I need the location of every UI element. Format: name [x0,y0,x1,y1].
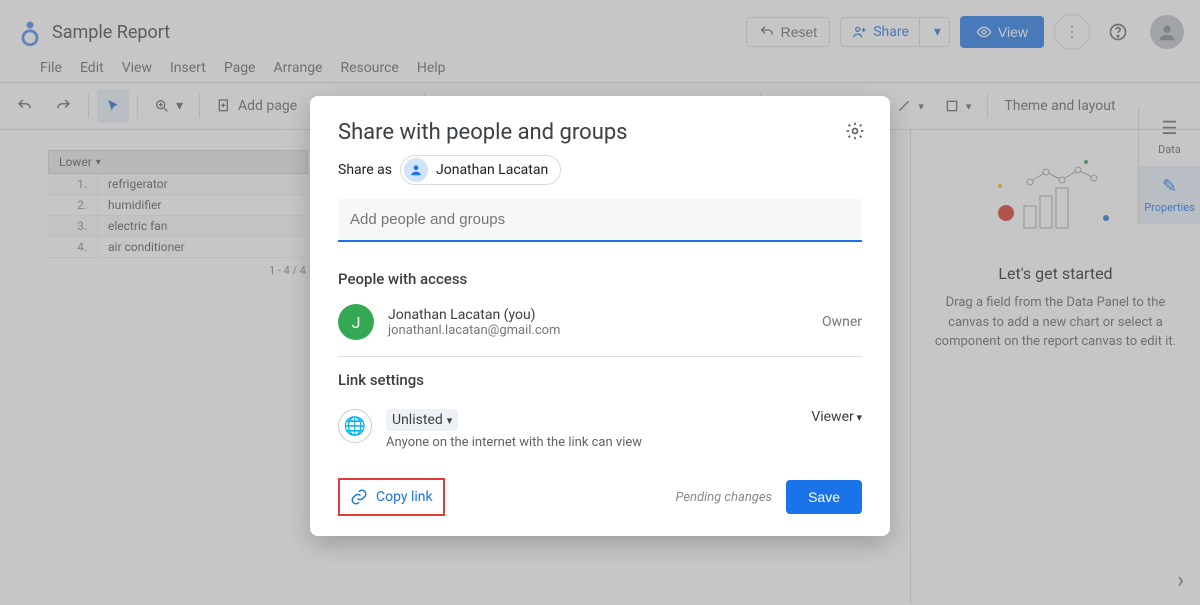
share-modal: Share with people and groups Share as Jo… [310,96,890,536]
modal-backdrop: Share with people and groups Share as Jo… [0,0,1200,605]
visibility-dropdown[interactable]: Unlisted▾ [386,409,458,431]
share-as-person-chip[interactable]: Jonathan Lacatan [400,155,561,185]
gear-icon [845,121,865,141]
people-with-access-heading: People with access [338,270,862,288]
add-people-input[interactable] [338,199,862,242]
link-visibility-hint: Anyone on the internet with the link can… [386,435,797,450]
owner-email: jonathanl.lacatan@gmail.com [388,323,808,338]
link-settings-heading: Link settings [338,371,862,389]
link-icon [350,488,368,506]
owner-role: Owner [822,314,862,330]
copy-link-button[interactable]: Copy link [338,478,445,516]
link-role-dropdown[interactable]: Viewer [811,409,862,425]
share-settings-button[interactable] [840,116,870,146]
share-as-label: Share as [338,162,392,178]
owner-name: Jonathan Lacatan (you) [388,307,808,323]
person-row: J Jonathan Lacatan (you) jonathanl.lacat… [338,298,862,357]
save-button[interactable]: Save [786,480,862,514]
globe-icon: 🌐 [338,409,372,443]
owner-avatar: J [338,304,374,340]
modal-title: Share with people and groups [338,120,862,145]
person-icon [404,158,428,182]
pending-changes-label: Pending changes [675,490,772,505]
